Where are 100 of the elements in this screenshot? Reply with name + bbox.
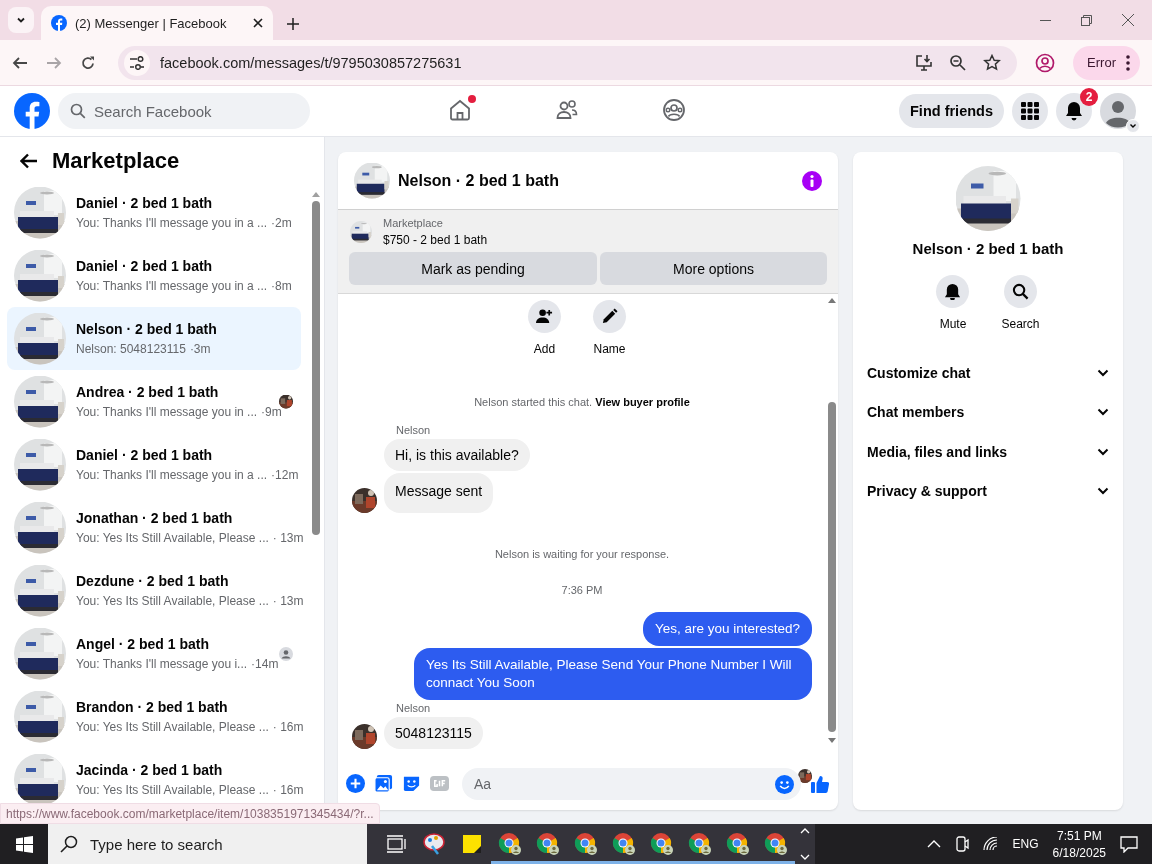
photo-icon[interactable] bbox=[374, 774, 393, 793]
back-icon[interactable] bbox=[12, 54, 28, 71]
profile-error-button[interactable]: Error bbox=[1073, 45, 1140, 80]
conversation-name: Dezdune · 2 bed 1 bath bbox=[76, 573, 230, 589]
address-bar[interactable]: facebook.com/messages/t/9795030857275631 bbox=[118, 45, 1018, 80]
chevron-down-icon bbox=[1097, 447, 1109, 456]
avatar-icon bbox=[279, 646, 293, 661]
message-time: · 13m bbox=[272, 594, 304, 608]
new-tab-icon[interactable] bbox=[287, 18, 299, 30]
clock-time[interactable]: 7:51 PM bbox=[1056, 828, 1102, 843]
browser-icon bbox=[726, 832, 750, 856]
more-icon bbox=[1126, 54, 1130, 71]
profile-icon[interactable] bbox=[1035, 52, 1056, 73]
notifications-icon[interactable] bbox=[1120, 835, 1138, 853]
message-preview: You: Thanks I'll message you i... bbox=[76, 657, 248, 671]
message-time: ·9m bbox=[261, 405, 282, 419]
friends-icon[interactable] bbox=[555, 98, 579, 122]
avatar-icon[interactable] bbox=[1100, 93, 1136, 129]
browser-icon bbox=[612, 832, 636, 856]
status-link-preview: https://www.facebook.com/marketplace/item/1038351971345434/?r... bbox=[0, 803, 380, 824]
account-menu-button[interactable] bbox=[1126, 119, 1140, 133]
grid-icon bbox=[1021, 102, 1039, 120]
home-icon[interactable] bbox=[448, 98, 472, 122]
conversation-item[interactable]: Angel · 2 bed 1 bath You: Thanks I'll message you i... ·14m bbox=[7, 622, 301, 685]
conversation-name: Nelson · 2 bed 1 bath bbox=[76, 321, 218, 337]
search-field[interactable]: Search Facebook bbox=[58, 93, 310, 129]
find-friends-button[interactable]: Find friends bbox=[899, 94, 1004, 128]
chevron-down-icon bbox=[1097, 368, 1109, 377]
bell-icon bbox=[1065, 101, 1083, 121]
chevron-up-icon[interactable] bbox=[926, 840, 941, 848]
emoji-icon[interactable] bbox=[775, 774, 794, 794]
message-preview: You: Yes Its Still Available, Please ... bbox=[76, 783, 269, 797]
browser-icon bbox=[574, 832, 598, 856]
section-toggle[interactable]: Customize chat bbox=[867, 353, 1109, 393]
meet-now-icon[interactable] bbox=[954, 836, 969, 852]
conversation-item[interactable]: Brandon · 2 bed 1 bath You: Yes Its Still Available, Please ... · 16m bbox=[7, 685, 301, 748]
sender-name: Nelson bbox=[396, 424, 432, 436]
windows-icon bbox=[15, 835, 33, 853]
search-icon bbox=[1012, 283, 1029, 300]
mark-pending-button[interactable]: Mark as pending bbox=[349, 252, 597, 285]
more-options-button[interactable]: More options bbox=[600, 252, 827, 285]
scroll-down-icon[interactable] bbox=[800, 854, 810, 860]
wifi-icon[interactable] bbox=[982, 837, 999, 851]
conversation-item[interactable]: Daniel · 2 bed 1 bath You: Thanks I'll message you in a ... ·12m bbox=[7, 433, 301, 496]
system-message: Nelson is waiting for your response. bbox=[493, 548, 671, 560]
listing-source: Marketplace bbox=[383, 217, 444, 229]
facebook-logo-icon[interactable] bbox=[14, 93, 50, 129]
outgoing-message: Yes, are you interested? bbox=[642, 612, 812, 646]
conversation-item[interactable]: Daniel · 2 bed 1 bath You: Thanks I'll message you in a ... ·2m bbox=[7, 181, 301, 244]
message-time: · 16m bbox=[272, 783, 304, 797]
sticker-icon[interactable] bbox=[402, 774, 421, 793]
menu-button[interactable] bbox=[1012, 93, 1048, 129]
back-arrow-icon[interactable] bbox=[20, 153, 38, 169]
conversation-item[interactable]: Nelson · 2 bed 1 bath Nelson: 5048123115 ·3m bbox=[7, 307, 301, 370]
chat-title: Nelson · 2 bed 1 bath bbox=[398, 171, 560, 190]
conversation-item[interactable]: Daniel · 2 bed 1 bath You: Thanks I'll message you in a ... ·8m bbox=[7, 244, 301, 307]
taskbar-search-field[interactable]: Type here to search bbox=[48, 824, 367, 864]
star-icon[interactable] bbox=[983, 53, 1002, 72]
search-button[interactable]: Search bbox=[1001, 275, 1040, 331]
browser-tab[interactable]: (2) Messenger | Facebook bbox=[41, 6, 273, 40]
incoming-message: Hi, is this available? bbox=[384, 439, 530, 471]
message-field[interactable]: Aa bbox=[462, 767, 801, 800]
chevron-down-icon bbox=[1097, 487, 1109, 496]
restore-icon[interactable] bbox=[1081, 14, 1092, 26]
conversation-name: Daniel · 2 bed 1 bath bbox=[76, 258, 214, 274]
language-indicator[interactable]: ENG bbox=[1012, 837, 1039, 851]
message-time: · 16m bbox=[272, 720, 304, 734]
message-preview: You: Thanks I'll message you in a ... bbox=[76, 468, 268, 482]
message-preview: You: Thanks I'll message you in a ... bbox=[76, 279, 268, 293]
incoming-message: Message sent bbox=[384, 473, 494, 513]
section-toggle[interactable]: Media, files and links bbox=[867, 432, 1109, 472]
buyer-profile-link[interactable]: View buyer profile bbox=[595, 396, 690, 408]
plus-icon[interactable] bbox=[346, 774, 365, 793]
conversation-item[interactable]: Jacinda · 2 bed 1 bath You: Yes Its Still Available, Please ... · 16m bbox=[7, 748, 301, 803]
message-time: ·14m bbox=[251, 657, 279, 671]
message-preview: You: Yes Its Still Available, Please ... bbox=[76, 720, 269, 734]
install-app-icon[interactable] bbox=[915, 53, 934, 72]
chevron-down-icon bbox=[16, 15, 26, 25]
facebook-logo-icon bbox=[51, 15, 67, 31]
groups-icon[interactable] bbox=[662, 98, 686, 122]
info-icon[interactable] bbox=[802, 170, 822, 191]
clock-date[interactable]: 6/18/2025 bbox=[1052, 845, 1106, 860]
reload-icon[interactable] bbox=[80, 54, 96, 71]
browser-icon bbox=[498, 832, 522, 856]
close-icon[interactable] bbox=[253, 18, 263, 28]
url-text: facebook.com/messages/t/9795030857275631 bbox=[160, 54, 463, 71]
notifications-button[interactable] bbox=[1056, 93, 1092, 129]
contact-name: Nelson · 2 bed 1 bath bbox=[912, 240, 1064, 257]
conversation-item[interactable]: Jonathan · 2 bed 1 bath You: Yes Its Still Available, Please ... · 13m bbox=[7, 496, 301, 559]
conversation-item[interactable]: Andrea · 2 bed 1 bath You: Thanks I'll message you in ... ·9m bbox=[7, 370, 301, 433]
section-toggle[interactable]: Chat members bbox=[867, 392, 1109, 432]
conversation-name: Jacinda · 2 bed 1 bath bbox=[76, 762, 224, 778]
section-toggle[interactable]: Privacy & support bbox=[867, 471, 1109, 511]
conversation-item[interactable]: Dezdune · 2 bed 1 bath You: Yes Its Still Available, Please ... · 13m bbox=[7, 559, 301, 622]
thumbs-up-icon[interactable] bbox=[810, 773, 830, 794]
browser-icon bbox=[650, 832, 674, 856]
conversation-name: Jonathan · 2 bed 1 bath bbox=[76, 510, 234, 526]
zoom-out-icon[interactable] bbox=[949, 53, 968, 72]
scroll-up-icon[interactable] bbox=[800, 828, 810, 834]
site-settings-button[interactable] bbox=[124, 49, 150, 76]
